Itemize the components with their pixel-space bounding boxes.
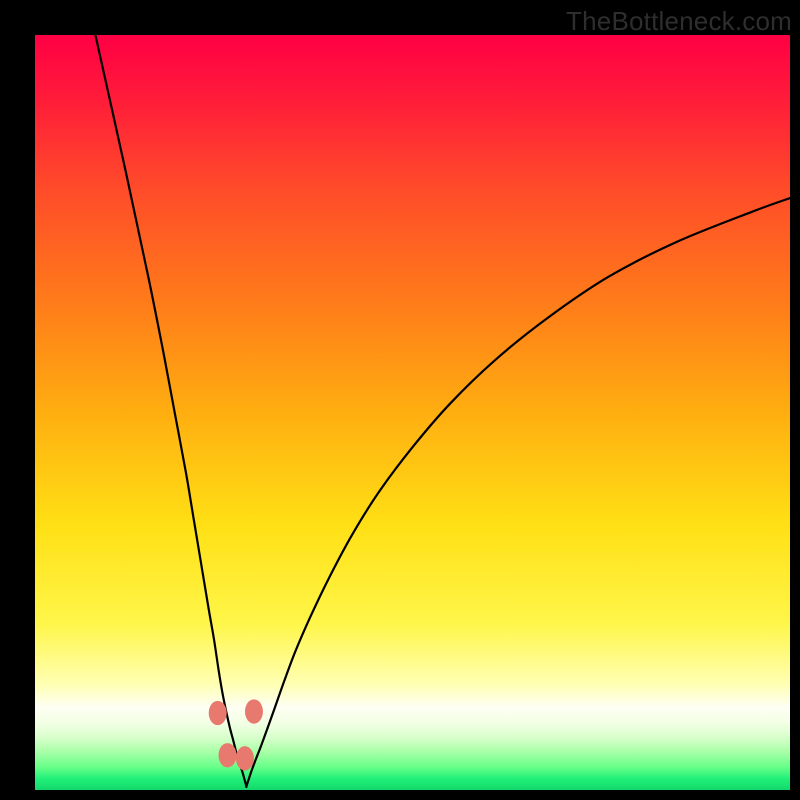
dip-marker xyxy=(219,743,237,767)
dip-marker xyxy=(236,746,254,770)
watermark-text: TheBottleneck.com xyxy=(566,6,792,37)
chart-frame: TheBottleneck.com xyxy=(0,0,800,800)
gradient-background xyxy=(35,35,790,790)
plot-area xyxy=(35,35,790,790)
dip-marker xyxy=(245,699,263,723)
bottleneck-chart xyxy=(35,35,790,790)
dip-marker xyxy=(209,701,227,725)
